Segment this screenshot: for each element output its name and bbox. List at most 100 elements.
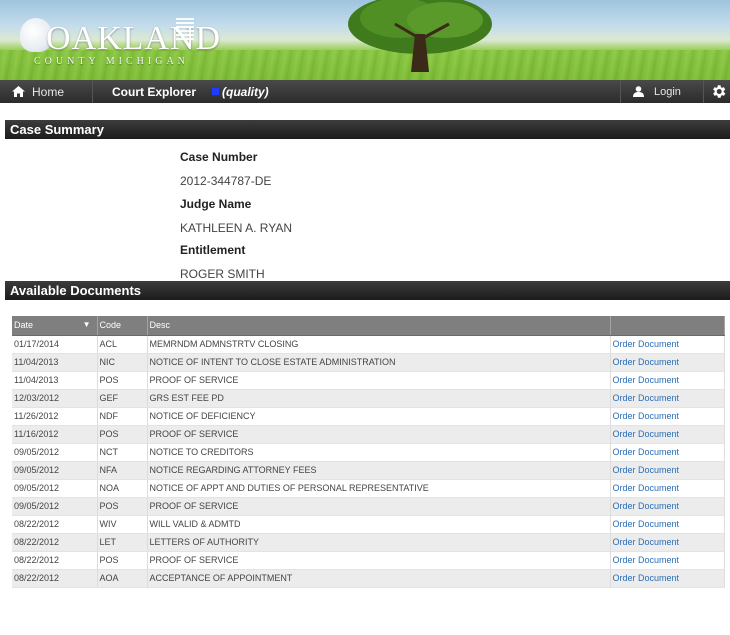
cell-desc: PROOF OF SERVICE — [147, 425, 611, 444]
cell-code: POS — [97, 497, 148, 516]
table-row: 01/17/2014 ACL MEMRNDM ADMNSTRTV CLOSING Or… — [12, 335, 725, 354]
header-banner: OAKLAND COUNTY MICHIGAN — [0, 0, 730, 80]
cell-desc: ACCEPTANCE OF APPOINTMENT — [147, 569, 611, 588]
cell-code: NIC — [97, 353, 148, 372]
user-icon — [633, 86, 644, 97]
entitlement-value: ROGER SMITH — [180, 267, 265, 281]
table-row: 09/05/2012 NOA NOTICE OF APPT AND DUTIES O… — [12, 479, 725, 498]
order-document-link[interactable]: Order Document — [610, 425, 725, 444]
order-document-link[interactable]: Order Document — [610, 479, 725, 498]
order-document-link[interactable]: Order Document — [610, 353, 725, 372]
order-document-link[interactable]: Order Document — [610, 443, 725, 462]
environment-dot — [212, 88, 219, 95]
cell-date: 09/05/2012 — [12, 479, 98, 498]
table-row: 09/05/2012 POS PROOF OF SERVICE Order Docum… — [12, 497, 725, 516]
column-header-date[interactable]: Date ▼ — [12, 316, 98, 336]
cell-date: 09/05/2012 — [12, 461, 98, 480]
cell-code: NOA — [97, 479, 148, 498]
order-document-link[interactable]: Order Document — [610, 407, 725, 426]
logo-word: OAKLAND — [46, 20, 222, 57]
cell-code: AOA — [97, 569, 148, 588]
logo-stripes — [176, 18, 194, 40]
cell-date: 11/04/2013 — [12, 371, 98, 390]
cell-date: 09/05/2012 — [12, 497, 98, 516]
cell-desc: WILL VALID & ADMTD — [147, 515, 611, 534]
cell-desc: MEMRNDM ADMNSTRTV CLOSING — [147, 335, 611, 354]
cell-desc: GRS EST FEE PD — [147, 389, 611, 408]
table-row: 08/22/2012 LET LETTERS OF AUTHORITY Order D… — [12, 533, 725, 552]
gear-icon[interactable] — [710, 83, 727, 100]
order-document-link[interactable]: Order Document — [610, 335, 725, 354]
tree-icon — [348, 0, 492, 72]
home-icon — [12, 86, 25, 97]
nav-bar: Home Court Explorer (quality) Login — [0, 80, 730, 103]
column-header-code[interactable]: Code — [97, 316, 148, 336]
logo-subtitle: COUNTY MICHIGAN — [34, 56, 189, 67]
table-row: 12/03/2012 GEF GRS EST FEE PD Order Documen… — [12, 389, 725, 408]
cell-code: WIV — [97, 515, 148, 534]
cell-desc: NOTICE REGARDING ATTORNEY FEES — [147, 461, 611, 480]
login-label: Login — [654, 85, 681, 98]
case-number-value: 2012-344787-DE — [180, 174, 272, 188]
case-number-label: Case Number — [180, 150, 258, 164]
table-row: 11/26/2012 NDF NOTICE OF DEFICIENCY Order D… — [12, 407, 725, 426]
order-document-link[interactable]: Order Document — [610, 515, 725, 534]
documents-table: Date ▼ Code Desc 01/17/2014 ACL MEMRNDM ADM… — [12, 316, 725, 588]
cell-date: 11/26/2012 — [12, 407, 98, 426]
case-summary-header: Case Summary — [5, 120, 730, 139]
table-row: 08/22/2012 WIV WILL VALID & ADMTD Order Doc… — [12, 515, 725, 534]
cell-desc: NOTICE OF INTENT TO CLOSE ESTATE ADMINIS… — [147, 353, 611, 372]
order-document-link[interactable]: Order Document — [610, 389, 725, 408]
cell-date: 08/22/2012 — [12, 551, 98, 570]
table-row: 11/04/2013 NIC NOTICE OF INTENT TO CLOSE E… — [12, 353, 725, 372]
cell-desc: LETTERS OF AUTHORITY — [147, 533, 611, 552]
order-document-link[interactable]: Order Document — [610, 569, 725, 588]
cell-code: NCT — [97, 443, 148, 462]
column-header-desc[interactable]: Desc — [147, 316, 611, 336]
cell-code: NDF — [97, 407, 148, 426]
cell-date: 01/17/2014 — [12, 335, 98, 354]
table-row: 08/22/2012 POS PROOF OF SERVICE Order Docum… — [12, 551, 725, 570]
table-row: 09/05/2012 NFA NOTICE REGARDING ATTORNEY F… — [12, 461, 725, 480]
table-row: 11/16/2012 POS PROOF OF SERVICE Order Docum… — [12, 425, 725, 444]
home-label: Home — [32, 84, 65, 99]
entitlement-label: Entitlement — [180, 243, 246, 257]
cell-date: 11/16/2012 — [12, 425, 98, 444]
app-title[interactable]: Court Explorer — [112, 80, 196, 103]
cell-desc: NOTICE OF APPT AND DUTIES OF PERSONAL RE… — [147, 479, 611, 498]
cell-desc: PROOF OF SERVICE — [147, 371, 611, 390]
order-document-link[interactable]: Order Document — [610, 461, 725, 480]
table-row: 08/22/2012 AOA ACCEPTANCE OF APPOINTMENT Or… — [12, 569, 725, 588]
cell-date: 09/05/2012 — [12, 443, 98, 462]
environment-badge: (quality) — [212, 80, 269, 103]
order-document-link[interactable]: Order Document — [610, 533, 725, 552]
cell-code: ACL — [97, 335, 148, 354]
environment-label: (quality) — [222, 84, 269, 99]
table-header-row: Date ▼ Code Desc — [12, 316, 725, 336]
order-document-link[interactable]: Order Document — [610, 551, 725, 570]
cell-desc: NOTICE OF DEFICIENCY — [147, 407, 611, 426]
cell-desc: PROOF OF SERVICE — [147, 497, 611, 516]
cell-code: POS — [97, 425, 148, 444]
table-row: 11/04/2013 POS PROOF OF SERVICE Order Docum… — [12, 371, 725, 390]
cell-date: 08/22/2012 — [12, 533, 98, 552]
cell-date: 08/22/2012 — [12, 515, 98, 534]
cell-code: POS — [97, 551, 148, 570]
cell-desc: PROOF OF SERVICE — [147, 551, 611, 570]
column-header-action — [610, 316, 725, 336]
cell-code: POS — [97, 371, 148, 390]
sort-down-icon: ▼ — [82, 320, 91, 330]
order-document-link[interactable]: Order Document — [610, 497, 725, 516]
available-documents-header: Available Documents — [5, 281, 730, 300]
home-link[interactable]: Home — [0, 80, 93, 103]
cell-code: GEF — [97, 389, 148, 408]
cell-desc: NOTICE TO CREDITORS — [147, 443, 611, 462]
cell-date: 12/03/2012 — [12, 389, 98, 408]
judge-name-label: Judge Name — [180, 197, 252, 211]
login-button[interactable]: Login — [620, 80, 704, 103]
cell-date: 08/22/2012 — [12, 569, 98, 588]
order-document-link[interactable]: Order Document — [610, 371, 725, 390]
judge-name-value: KATHLEEN A. RYAN — [180, 221, 293, 235]
county-logo[interactable]: OAKLAND COUNTY MICHIGAN — [20, 12, 220, 68]
cell-code: NFA — [97, 461, 148, 480]
